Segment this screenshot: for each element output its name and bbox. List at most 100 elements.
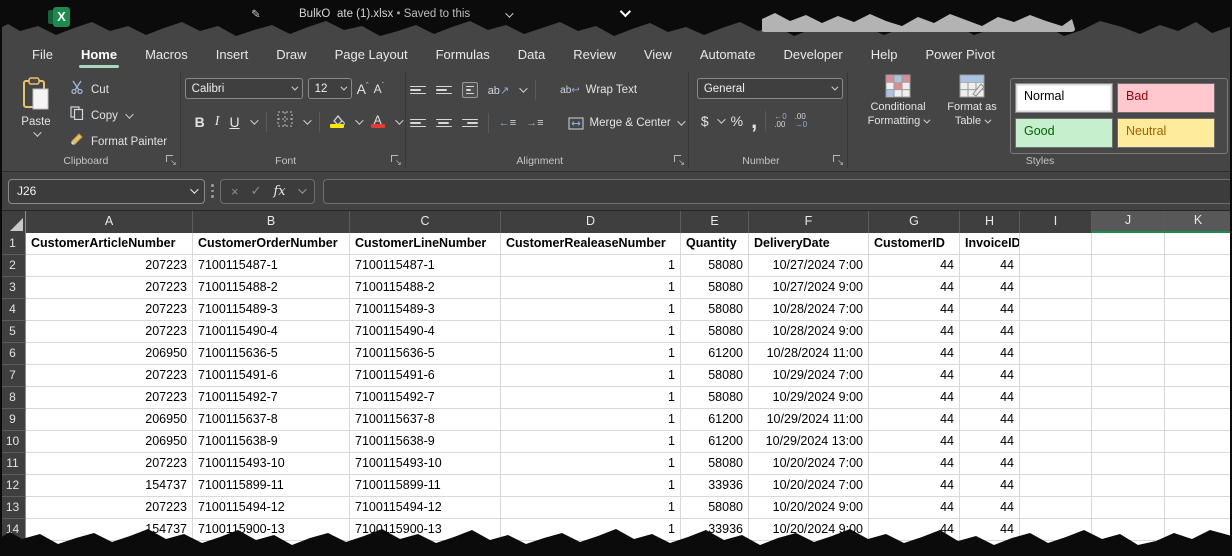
cell-F9[interactable]: 10/29/2024 11:00 [749,409,869,431]
cell-D4[interactable]: 1 [501,299,681,321]
cell-K10[interactable] [1165,431,1232,453]
borders-button[interactable] [277,111,293,132]
cell-H11[interactable]: 44 [960,453,1020,475]
cell-C6[interactable]: 7100115636-5 [350,343,501,365]
cell-style-neutral[interactable]: Neutral [1117,118,1215,148]
cell-E5[interactable]: 58080 [681,321,749,343]
cell-J2[interactable] [1092,255,1165,277]
cell-A8[interactable]: 207223 [26,387,193,409]
italic-button[interactable]: I [215,114,220,130]
clipboard-dialog-launcher-icon[interactable] [166,155,176,165]
cell-G10[interactable]: 44 [869,431,960,453]
cell-style-normal[interactable]: Normal [1015,83,1113,113]
row-header-6[interactable]: 6 [0,343,26,365]
cell-style-good[interactable]: Good [1015,118,1113,148]
number-dialog-launcher-icon[interactable] [833,155,843,165]
row-header-9[interactable]: 9 [0,409,26,431]
cell-F10[interactable]: 10/29/2024 13:00 [749,431,869,453]
cell-C12[interactable]: 7100115899-11 [350,475,501,497]
cell-G3[interactable]: 44 [869,277,960,299]
tab-view[interactable]: View [630,42,686,67]
middle-align-button[interactable] [436,86,452,95]
cell-A11[interactable]: 207223 [26,453,193,475]
cell-K6[interactable] [1165,343,1232,365]
cell-F11[interactable]: 10/20/2024 7:00 [749,453,869,475]
copy-dropdown-icon[interactable] [125,110,133,118]
cell-B6[interactable]: 7100115636-5 [193,343,350,365]
cell-B3[interactable]: 7100115488-2 [193,277,350,299]
cell-E8[interactable]: 58080 [681,387,749,409]
cell-K3[interactable] [1165,277,1232,299]
cell-F3[interactable]: 10/27/2024 9:00 [749,277,869,299]
cell-E11[interactable]: 58080 [681,453,749,475]
name-box[interactable]: J26 [8,179,205,204]
cell-G5[interactable]: 44 [869,321,960,343]
cell-K11[interactable] [1165,453,1232,475]
fill-color-dropdown-icon[interactable] [355,116,363,124]
accounting-dropdown-icon[interactable] [717,115,725,123]
cell-D10[interactable]: 1 [501,431,681,453]
name-box-dropdown-icon[interactable] [190,185,198,193]
cell-K7[interactable] [1165,365,1232,387]
cell-D9[interactable]: 1 [501,409,681,431]
cell-G7[interactable]: 44 [869,365,960,387]
bottom-align-button[interactable] [462,82,478,99]
top-align-button[interactable] [410,86,426,95]
cell-B11[interactable]: 7100115493-10 [193,453,350,475]
column-header-E[interactable]: E [681,211,749,233]
cell-A6[interactable]: 206950 [26,343,193,365]
cell-C10[interactable]: 7100115638-9 [350,431,501,453]
cell-K5[interactable] [1165,321,1232,343]
comma-style-button[interactable]: , [751,116,757,126]
cell-K9[interactable] [1165,409,1232,431]
cell-E9[interactable]: 61200 [681,409,749,431]
row-header-8[interactable]: 8 [0,387,26,409]
cell-J4[interactable] [1092,299,1165,321]
cell-K2[interactable] [1165,255,1232,277]
cell-D6[interactable]: 1 [501,343,681,365]
cell-G4[interactable]: 44 [869,299,960,321]
align-left-button[interactable] [410,119,426,128]
cell-I7[interactable] [1020,365,1092,387]
row-header-1[interactable]: 1 [0,233,26,255]
cell-E12[interactable]: 33936 [681,475,749,497]
cell-H3[interactable]: 44 [960,277,1020,299]
cell-C1[interactable]: CustomerLineNumber [350,233,501,255]
cell-I9[interactable] [1020,409,1092,431]
tab-review[interactable]: Review [559,42,630,67]
cell-F7[interactable]: 10/29/2024 7:00 [749,365,869,387]
cell-G1[interactable]: CustomerID [869,233,960,255]
column-header-J[interactable]: J [1092,211,1165,233]
cell-K12[interactable] [1165,475,1232,497]
cell-A10[interactable]: 206950 [26,431,193,453]
cell-A7[interactable]: 207223 [26,365,193,387]
increase-decimal-button[interactable]: ←0.00 [774,113,786,129]
cell-A2[interactable]: 207223 [26,255,193,277]
cell-C9[interactable]: 7100115637-8 [350,409,501,431]
cell-J11[interactable] [1092,453,1165,475]
copy-button[interactable]: Copy [70,106,167,125]
row-header-10[interactable]: 10 [0,431,26,453]
borders-dropdown-icon[interactable] [303,116,311,124]
decrease-decimal-button[interactable]: .00→0 [795,113,807,129]
font-dialog-launcher-icon[interactable] [391,155,401,165]
cell-F5[interactable]: 10/28/2024 9:00 [749,321,869,343]
cell-B10[interactable]: 7100115638-9 [193,431,350,453]
cell-H2[interactable]: 44 [960,255,1020,277]
tab-power-pivot[interactable]: Power Pivot [911,42,1008,67]
tab-formulas[interactable]: Formulas [422,42,504,67]
cell-B1[interactable]: CustomerOrderNumber [193,233,350,255]
cell-D8[interactable]: 1 [501,387,681,409]
cell-E2[interactable]: 58080 [681,255,749,277]
cell-I12[interactable] [1020,475,1092,497]
cell-C5[interactable]: 7100115490-4 [350,321,501,343]
tab-insert[interactable]: Insert [202,42,263,67]
cell-A4[interactable]: 207223 [26,299,193,321]
bold-button[interactable]: B [195,114,205,130]
row-header-5[interactable]: 5 [0,321,26,343]
cell-G9[interactable]: 44 [869,409,960,431]
orientation-dropdown-icon[interactable] [519,84,527,92]
cell-B9[interactable]: 7100115637-8 [193,409,350,431]
format-painter-button[interactable]: Format Painter [70,132,167,151]
cancel-entry-icon[interactable]: × [231,184,239,199]
